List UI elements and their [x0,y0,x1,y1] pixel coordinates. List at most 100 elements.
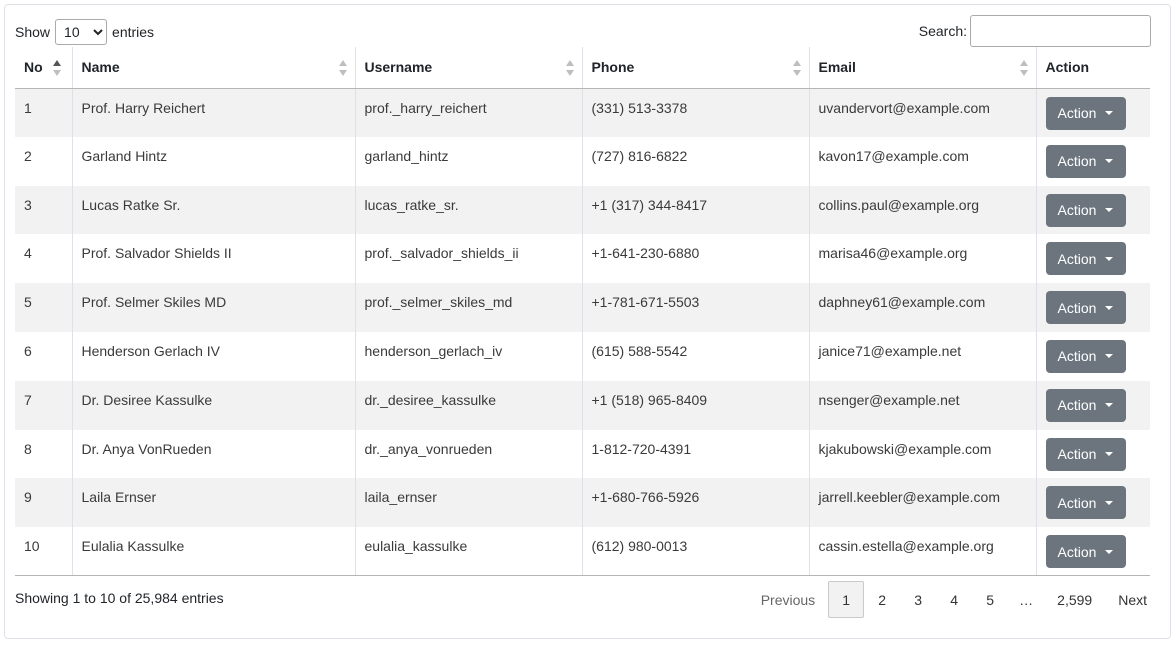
table-row: 1 Prof. Harry Reichert prof._harry_reicher… [15,88,1150,137]
sort-icon [792,60,801,76]
caret-down-icon [1105,549,1114,554]
action-dropdown-button[interactable]: Action [1045,144,1126,178]
cell-name: Dr. Anya VonRueden [72,429,356,479]
page-button-5[interactable]: 5 [972,581,1008,618]
action-dropdown-button[interactable]: Action [1045,193,1126,227]
search-label: Search: [918,23,967,39]
action-dropdown-button[interactable]: Action [1045,339,1126,373]
action-button-label: Action [1057,348,1097,365]
header-row: No Name Username Phone Email Action [15,47,1150,89]
page-length-control: Show 10 entries [15,19,154,45]
search-input[interactable] [970,15,1151,47]
cell-email: janice71@example.net [809,331,1037,381]
page-button-2[interactable]: 2 [864,581,900,618]
previous-page-button[interactable]: Previous [748,581,828,618]
cell-username: dr._anya_vonrueden [355,429,583,479]
action-button-label: Action [1057,250,1097,267]
table-row: 7 Dr. Desiree Kassulke dr._desiree_kassulk… [15,380,1150,430]
column-header-name[interactable]: Name [72,47,356,89]
action-dropdown-button[interactable]: Action [1045,535,1126,569]
column-header-phone[interactable]: Phone [582,47,810,89]
cell-name: Eulalia Kassulke [72,527,356,577]
caret-down-icon [1105,305,1114,310]
cell-action: Action [1036,88,1150,137]
page-button-last[interactable]: 2,599 [1044,581,1105,618]
cell-phone: +1-781-671-5503 [582,283,810,332]
cell-name: Prof. Harry Reichert [72,88,356,137]
cell-no: 8 [15,429,73,479]
cell-action: Action [1036,137,1150,186]
cell-username: prof._harry_reichert [355,88,583,137]
cell-phone: 1-812-720-4391 [582,429,810,479]
cell-no: 7 [15,380,73,430]
cell-name: Prof. Salvador Shields II [72,234,356,284]
action-button-label: Action [1057,202,1097,219]
cell-phone: +1 (317) 344-8417 [582,185,810,235]
cell-no: 1 [15,88,73,137]
cell-email: nsenger@example.net [809,380,1037,430]
caret-down-icon [1105,354,1114,359]
column-header-email[interactable]: Email [809,47,1037,89]
cell-action: Action [1036,234,1150,283]
action-dropdown-button[interactable]: Action [1045,291,1126,325]
cell-no: 3 [15,185,73,235]
show-label: Show [15,24,51,40]
next-page-button[interactable]: Next [1105,581,1160,618]
caret-down-icon [1105,208,1114,213]
table-row: 8 Dr. Anya VonRueden dr._anya_vonrueden 1-8… [15,429,1150,479]
cell-name: Henderson Gerlach IV [72,331,356,381]
page-button-4[interactable]: 4 [936,581,972,618]
action-dropdown-button[interactable]: Action [1045,242,1126,276]
cell-phone: +1 (518) 965-8409 [582,380,810,430]
sort-icon [338,60,347,76]
cell-name: Garland Hintz [72,136,356,186]
table-row: 4 Prof. Salvador Shields II prof._salvador… [15,234,1150,284]
cell-email: kavon17@example.com [809,136,1037,186]
action-button-label: Action [1057,153,1097,170]
page-button-3[interactable]: 3 [900,581,936,618]
cell-email: uvandervort@example.com [809,88,1037,137]
cell-username: dr._desiree_kassulke [355,380,583,430]
table-row: 2 Garland Hintz garland_hintz (727) 816-682… [15,136,1150,186]
action-button-label: Action [1057,543,1097,560]
action-button-label: Action [1057,299,1097,316]
cell-action: Action [1036,332,1150,381]
table-row: 3 Lucas Ratke Sr. lucas_ratke_sr. +1 (317) … [15,185,1150,235]
caret-down-icon [1105,159,1114,164]
cell-username: henderson_gerlach_iv [355,331,583,381]
action-button-label: Action [1057,397,1097,414]
cell-action: Action [1036,478,1150,528]
cell-action: Action [1036,527,1150,577]
cell-phone: (612) 980-0013 [582,527,810,577]
action-dropdown-button[interactable]: Action [1045,437,1126,471]
table-row: 5 Prof. Selmer Skiles MD prof._selmer_skil… [15,283,1150,332]
cell-no: 10 [15,527,73,577]
cell-phone: (727) 816-6822 [582,136,810,186]
page-size-select[interactable]: 10 [55,19,108,45]
users-table: No Name Username Phone Email Action 1 Pro… [15,47,1150,577]
cell-email: kjakubowski@example.com [809,429,1037,479]
caret-down-icon [1105,452,1114,457]
cell-no: 2 [15,136,73,186]
column-header-username[interactable]: Username [355,47,583,89]
cell-no: 6 [15,331,73,381]
cell-no: 4 [15,234,73,284]
column-header-no[interactable]: No [15,47,73,89]
action-button-label: Action [1057,446,1097,463]
cell-email: collins.paul@example.org [809,185,1037,235]
cell-name: Lucas Ratke Sr. [72,185,356,235]
page-button-1[interactable]: 1 [828,581,865,618]
cell-username: prof._selmer_skiles_md [355,283,583,332]
pagination-ellipsis: … [1019,592,1034,608]
cell-username: prof._salvador_shields_ii [355,234,583,284]
action-dropdown-button[interactable]: Action [1045,388,1126,422]
action-button-label: Action [1057,494,1097,511]
cell-username: laila_ernser [355,478,583,528]
action-dropdown-button[interactable]: Action [1045,486,1126,520]
cell-name: Prof. Selmer Skiles MD [72,283,356,332]
search-control: Search: [919,15,1151,47]
cell-phone: +1-641-230-6880 [582,234,810,284]
action-dropdown-button[interactable]: Action [1045,96,1126,130]
cell-name: Laila Ernser [72,478,356,528]
cell-no: 5 [15,283,73,332]
